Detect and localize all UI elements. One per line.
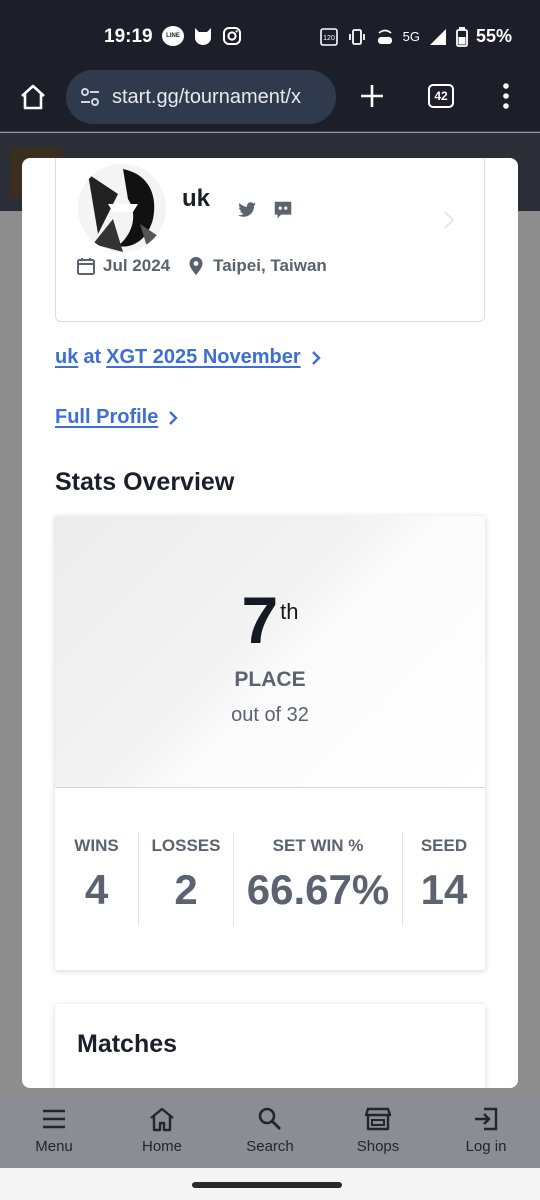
refresh-rate-icon: 120 (319, 27, 338, 46)
nav-label: Search (246, 1137, 294, 1155)
stat-value: 4 (84, 866, 109, 913)
signal-icon (429, 28, 446, 45)
profile-username: uk (182, 185, 211, 212)
stat-losses: LOSSES 2 (139, 832, 234, 926)
entrant-at-text: at (83, 346, 102, 368)
battery-percent: 55% (475, 26, 512, 46)
network-type: 5G (402, 29, 420, 44)
stat-set-win-percent: SET WIN % 66.67% (234, 832, 403, 926)
matches-heading: Matches (77, 1030, 178, 1058)
entrant-modal: uk Jul 2024 Taipei, Taiwan uk at XGT 202… (22, 158, 518, 1088)
stat-columns: WINS 4 LOSSES 2 SET WIN % 66.67% SEED 14 (55, 832, 485, 926)
chevron-right-icon (169, 410, 179, 425)
calendar-icon (77, 258, 95, 275)
tab-switcher-button[interactable]: 42 (428, 84, 454, 108)
profile-card[interactable]: uk Jul 2024 Taipei, Taiwan (55, 158, 485, 322)
full-profile-link[interactable]: Full Profile (55, 406, 180, 429)
discord-icon[interactable] (272, 199, 294, 221)
matches-card: Matches (55, 1004, 485, 1088)
home-icon[interactable] (18, 82, 48, 112)
line-icon: LINE (162, 26, 184, 46)
status-bar: 19:19 LINE 120 5G 55% (0, 0, 540, 70)
placement-out-of: out of 32 (231, 704, 309, 726)
stats-overview-heading: Stats Overview (55, 468, 235, 496)
status-time: 19:19 (104, 26, 153, 47)
search-icon (258, 1107, 281, 1130)
nav-login[interactable]: Log in (432, 1092, 540, 1168)
browser-toolbar: start.gg/tournament/x 42 (0, 70, 540, 132)
more-options-icon[interactable] (500, 82, 512, 110)
place-value: 7 (241, 583, 279, 657)
nav-home[interactable]: Home (108, 1092, 216, 1168)
stat-seed: SEED 14 (403, 832, 485, 926)
stat-value: 2 (174, 866, 198, 913)
placement-label: PLACE (234, 668, 306, 691)
joined-date: Jul 2024 (103, 256, 171, 275)
stat-wins: WINS 4 (55, 832, 139, 926)
stat-value: 66.67% (246, 866, 390, 913)
stat-label: SET WIN % (272, 836, 364, 855)
entrant-name-link[interactable]: uk (55, 346, 78, 369)
nav-label: Shops (356, 1137, 400, 1155)
location-pin-icon (189, 257, 203, 275)
system-indicators: 120 5G 55% (319, 26, 512, 47)
instagram-icon (223, 27, 241, 45)
nav-label: Menu (35, 1137, 73, 1155)
entrant-tournament-link[interactable]: uk at XGT 2025 November (55, 346, 323, 369)
new-tab-icon[interactable] (358, 82, 386, 110)
chevron-right-icon (444, 211, 455, 229)
login-icon (475, 1107, 498, 1130)
address-bar[interactable]: start.gg/tournament/x (66, 70, 336, 124)
nav-search[interactable]: Search (216, 1092, 324, 1168)
placement-number: 7th (55, 582, 485, 658)
volte-icon (377, 29, 392, 44)
battery-icon (456, 26, 468, 47)
placement-panel: 7th PLACE out of 32 (55, 516, 485, 788)
svg-text:120: 120 (323, 35, 335, 42)
url-text: start.gg/tournament/x (112, 85, 301, 108)
shop-icon (364, 1107, 392, 1130)
profile-meta: Jul 2024 Taipei, Taiwan (76, 256, 327, 276)
tab-count: 42 (434, 89, 448, 103)
stat-label: SEED (420, 836, 468, 855)
stat-value: 14 (420, 866, 468, 913)
full-profile-label[interactable]: Full Profile (55, 406, 158, 429)
tournament-link[interactable]: XGT 2025 November (106, 346, 301, 369)
nav-label: Log in (465, 1137, 507, 1155)
site-settings-icon[interactable] (78, 85, 102, 109)
cat-icon (195, 28, 211, 45)
gesture-handle[interactable] (192, 1182, 342, 1188)
avatar (78, 164, 166, 252)
location-text: Taipei, Taiwan (213, 256, 327, 275)
stat-label: WINS (74, 836, 119, 855)
nav-shops[interactable]: Shops (324, 1092, 432, 1168)
notification-icons: LINE (162, 26, 242, 46)
chevron-right-icon (311, 350, 321, 365)
menu-icon (43, 1109, 65, 1128)
home-icon (150, 1107, 174, 1131)
nav-label: Home (141, 1137, 182, 1155)
vibrate-icon (348, 28, 365, 45)
stat-label: LOSSES (151, 836, 221, 855)
stats-card: 7th PLACE out of 32 WINS 4 LOSSES 2 SET … (55, 516, 485, 970)
nav-menu[interactable]: Menu (0, 1092, 108, 1168)
place-suffix: th (280, 599, 299, 624)
social-links (236, 199, 294, 221)
twitter-icon[interactable] (236, 199, 258, 221)
bottom-nav: Menu Home Search Shops Log in (0, 1092, 540, 1168)
